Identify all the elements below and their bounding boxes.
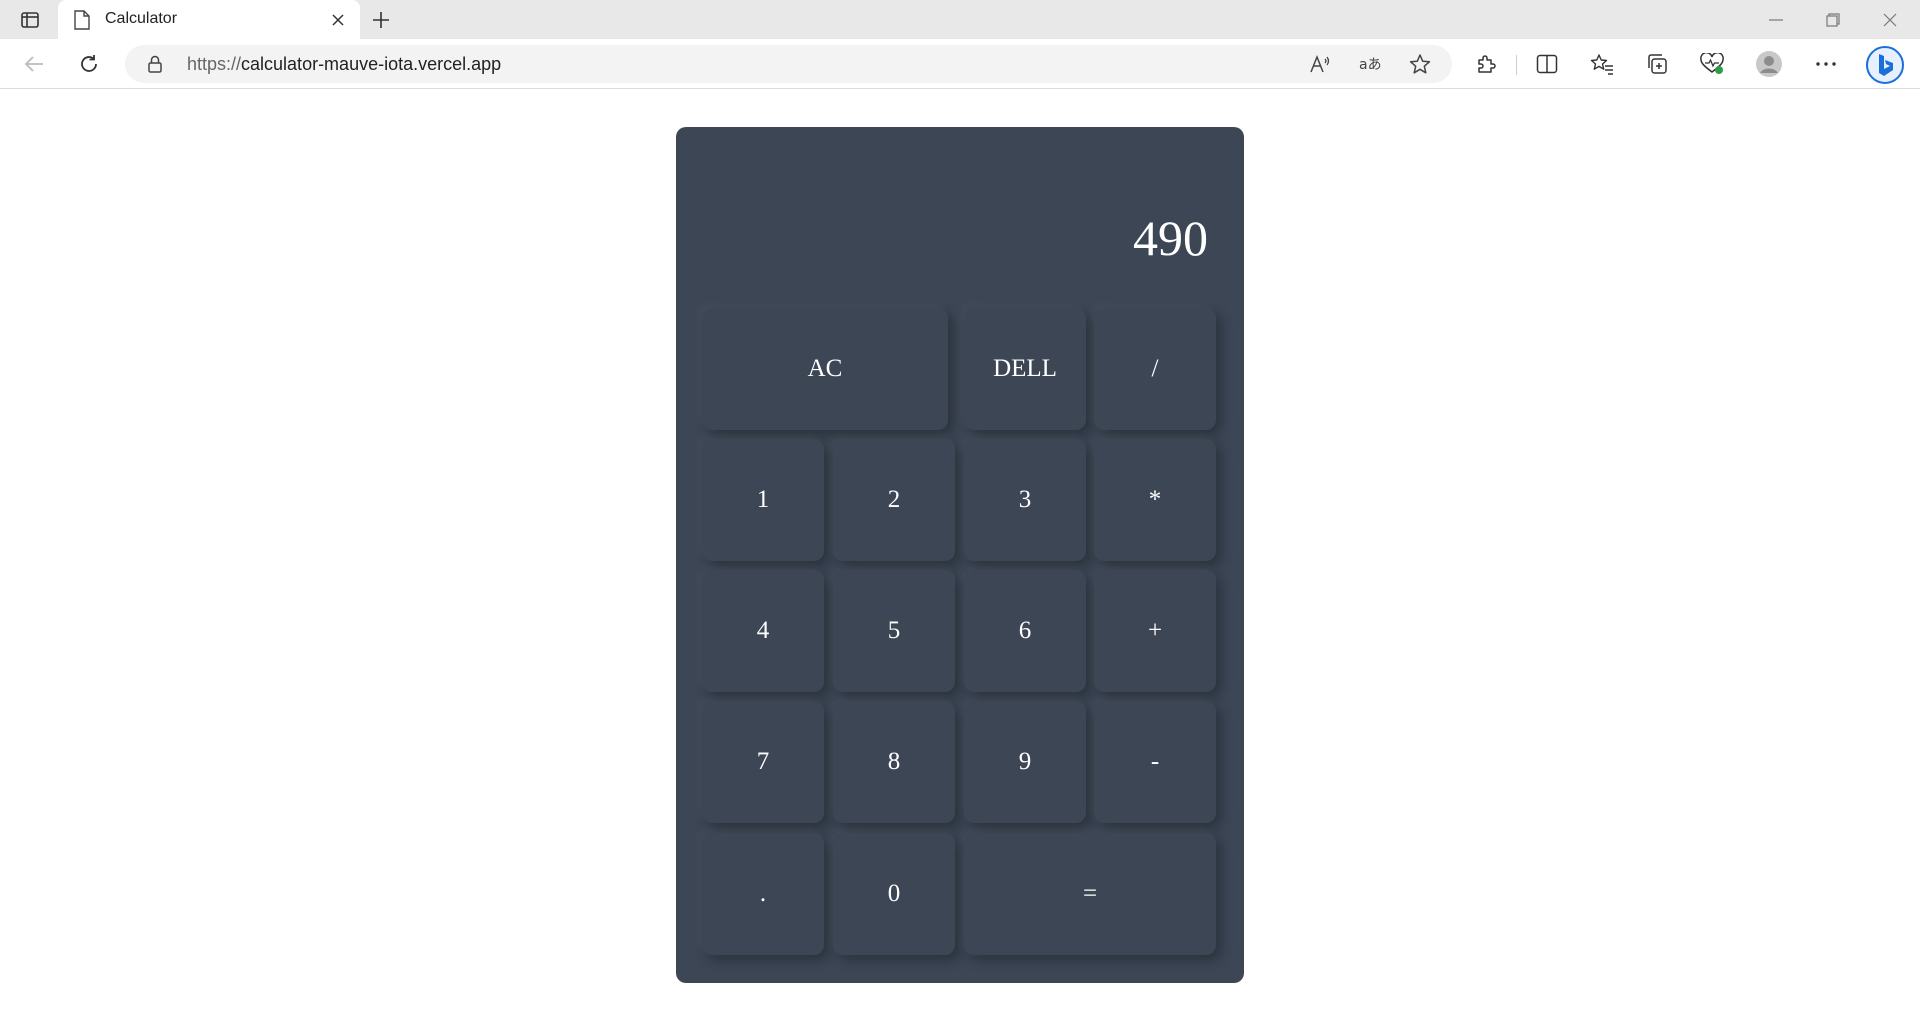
- browser-toolbar: https://calculator-mauve-iota.vercel.app…: [0, 39, 1920, 89]
- multiply-button[interactable]: *: [1094, 439, 1216, 561]
- extensions-icon[interactable]: [1472, 50, 1500, 78]
- digit-7-button[interactable]: 7: [702, 701, 824, 823]
- read-aloud-icon[interactable]: [1307, 52, 1333, 76]
- svg-text:aあ: aあ: [1359, 57, 1382, 73]
- digit-3-button[interactable]: 3: [964, 439, 1086, 561]
- translate-icon[interactable]: aあ: [1357, 52, 1383, 76]
- calculator-display: 490: [676, 127, 1244, 297]
- equals-button[interactable]: =: [964, 833, 1216, 955]
- digit-9-button[interactable]: 9: [964, 701, 1086, 823]
- all-clear-button[interactable]: AC: [702, 308, 948, 430]
- minus-button[interactable]: -: [1094, 701, 1216, 823]
- divide-button[interactable]: /: [1094, 308, 1216, 430]
- copilot-icon[interactable]: [1865, 45, 1905, 85]
- display-value: 490: [1133, 210, 1208, 266]
- plus-button[interactable]: +: [1094, 570, 1216, 692]
- favorite-star-icon[interactable]: [1407, 52, 1433, 76]
- digit-6-button[interactable]: 6: [964, 570, 1086, 692]
- favorites-icon[interactable]: [1588, 50, 1616, 78]
- collections-icon[interactable]: [1643, 50, 1671, 78]
- active-tab[interactable]: Calculator: [58, 0, 360, 40]
- digit-0-button[interactable]: 0: [833, 833, 955, 955]
- url-text[interactable]: https://calculator-mauve-iota.vercel.app: [187, 54, 501, 75]
- decimal-point-button[interactable]: .: [702, 833, 824, 955]
- close-icon[interactable]: [328, 10, 348, 30]
- browser-essentials-icon[interactable]: [1698, 50, 1726, 78]
- calculator: 490 AC DELL / 1 2 3 * 4 5 6 + 7 8 9 - . …: [676, 127, 1244, 983]
- digit-5-button[interactable]: 5: [833, 570, 955, 692]
- split-screen-icon[interactable]: [1533, 50, 1561, 78]
- close-window-icon[interactable]: [1870, 6, 1910, 34]
- digit-2-button[interactable]: 2: [833, 439, 955, 561]
- digit-4-button[interactable]: 4: [702, 570, 824, 692]
- tab-title: Calculator: [105, 10, 178, 27]
- tab-actions-icon[interactable]: [17, 8, 43, 32]
- digit-1-button[interactable]: 1: [702, 439, 824, 561]
- minimize-icon[interactable]: [1756, 6, 1796, 34]
- toolbar-divider: [1516, 55, 1517, 75]
- lock-icon[interactable]: [147, 55, 165, 73]
- back-icon[interactable]: [19, 49, 49, 79]
- address-bar[interactable]: https://calculator-mauve-iota.vercel.app…: [125, 45, 1452, 83]
- delete-button[interactable]: DELL: [964, 308, 1086, 430]
- tab-bar: Calculator: [0, 0, 1920, 40]
- digit-8-button[interactable]: 8: [833, 701, 955, 823]
- page-icon: [74, 10, 92, 30]
- profile-icon[interactable]: [1755, 50, 1783, 78]
- plus-icon[interactable]: [368, 8, 394, 32]
- more-icon[interactable]: [1812, 50, 1840, 78]
- refresh-icon[interactable]: [74, 49, 104, 79]
- restore-icon[interactable]: [1813, 6, 1853, 34]
